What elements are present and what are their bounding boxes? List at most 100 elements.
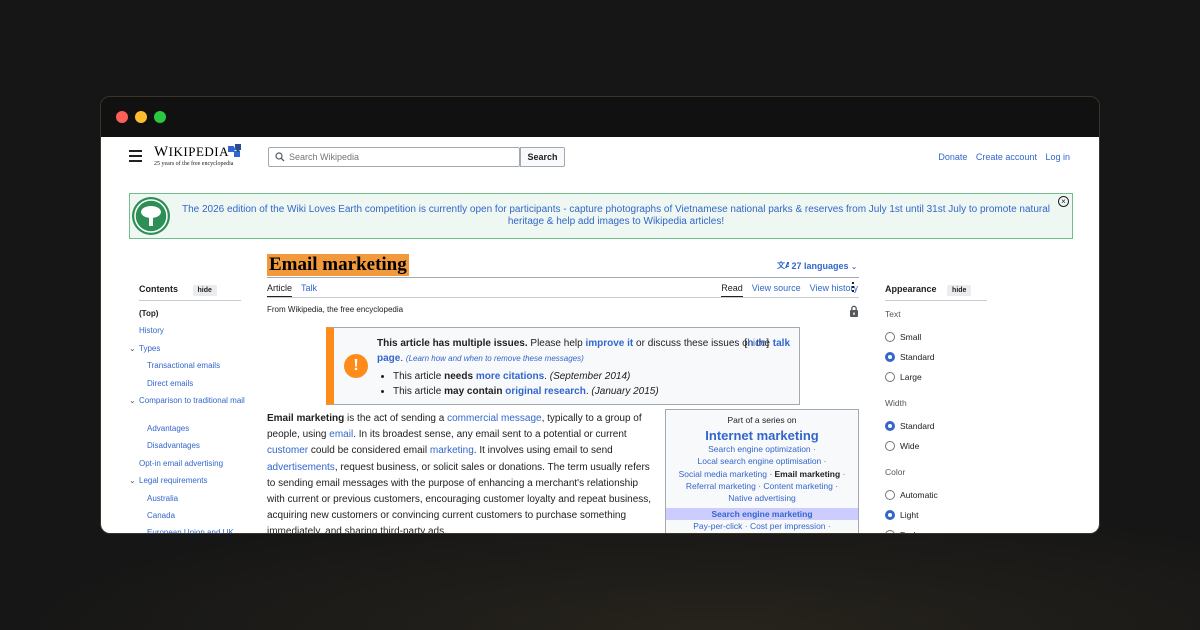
text-radio-standard[interactable] xyxy=(885,352,895,362)
search-button[interactable]: Search xyxy=(520,147,565,167)
banner-close-icon[interactable]: × xyxy=(1058,196,1069,207)
log-in-link[interactable]: Log in xyxy=(1045,152,1070,162)
series-row-6: Pay-per-click · Cost per impression · xyxy=(693,521,831,532)
toc-item-label: (Top) xyxy=(139,309,159,318)
language-selector[interactable]: 文A 27 languages ⌄ xyxy=(777,260,857,271)
toc-item-label: Direct emails xyxy=(147,378,194,388)
series-title[interactable]: Internet marketing xyxy=(666,428,858,443)
toc-item[interactable]: ⌄ Legal requirements xyxy=(129,476,249,493)
wikipedia-wordmark[interactable]: WIKIPEDIA xyxy=(154,144,229,161)
maximize-window-button[interactable] xyxy=(154,111,166,123)
toc-item[interactable]: Disadvantages xyxy=(139,441,249,458)
current-topic: Email marketing xyxy=(774,468,841,479)
color-option-label: Dark xyxy=(900,530,918,533)
content-marketing-link[interactable]: Content marketing xyxy=(763,481,832,491)
view-tabs: Read View source View history xyxy=(712,283,858,298)
chevron-down-icon[interactable]: ⌄ xyxy=(129,344,136,354)
color-radio-automatic[interactable] xyxy=(885,490,895,500)
more-citations-link[interactable]: more citations xyxy=(476,371,544,382)
toc-item[interactable]: Transactional emails xyxy=(139,361,249,378)
toc-item[interactable]: European Union and UK xyxy=(139,528,249,534)
issues-lead: This article has multiple issues. xyxy=(377,338,528,349)
search-icon xyxy=(275,152,285,162)
width-option-label: Wide xyxy=(900,441,920,451)
color-label: Color xyxy=(885,467,906,477)
email-link[interactable]: email xyxy=(329,429,353,440)
color-radio-light[interactable] xyxy=(885,510,895,520)
issue2-pre: This article xyxy=(393,386,445,397)
seo-link[interactable]: Search engine optimization xyxy=(708,444,811,454)
social-media-marketing-link[interactable]: Social media marketing xyxy=(679,469,767,479)
color-option-label: Light xyxy=(900,510,919,520)
search-input[interactable] xyxy=(289,150,509,164)
close-window-button[interactable] xyxy=(116,111,128,123)
text-option-label: Standard xyxy=(900,352,935,362)
title-divider xyxy=(267,277,859,278)
more-actions-icon[interactable] xyxy=(851,282,855,294)
series-part-of: Part of a series on xyxy=(727,415,797,425)
local-seo-link[interactable]: Local search engine optimisation xyxy=(697,456,821,466)
namespace-tabs: Article Talk xyxy=(267,283,317,298)
tree-icon xyxy=(134,199,168,233)
toc-item[interactable]: (Top) xyxy=(139,309,249,326)
toc-item[interactable]: Australia xyxy=(139,494,249,511)
customer-link[interactable]: customer xyxy=(267,445,308,456)
toc-item[interactable]: ⌄ Comparison to traditional mail xyxy=(129,396,249,424)
tab-view-source[interactable]: View source xyxy=(752,283,801,293)
native-advertising-link[interactable]: Native advertising xyxy=(728,493,796,503)
toc-hide-button[interactable]: hide xyxy=(192,285,217,296)
appearance-options: Text Small Standard Large Width Standard Wide C… xyxy=(885,137,995,533)
learn-more-link[interactable]: (Learn how and when to remove these mess… xyxy=(406,354,584,363)
toc-item-label: European Union and UK xyxy=(147,528,234,534)
toc-item[interactable]: ⌄ Types xyxy=(129,343,249,361)
multiple-issues-box: ! This article has multiple issues. Plea… xyxy=(326,327,800,405)
toc-item-label: Advantages xyxy=(147,423,190,433)
wordmark-initial: W xyxy=(154,144,169,160)
toc-item-label: Opt-in email advertising xyxy=(139,458,224,468)
referral-marketing-link[interactable]: Referral marketing xyxy=(686,481,756,491)
original-research-link[interactable]: original research xyxy=(505,386,586,397)
improve-it-link[interactable]: improve it xyxy=(585,338,633,349)
chevron-down-icon[interactable]: ⌄ xyxy=(129,476,136,486)
series-section-header[interactable]: Search engine marketing xyxy=(666,508,858,521)
search-field[interactable] xyxy=(268,147,520,167)
wikipedia-page: WIKIPEDIA 25 years of the free encyclope… xyxy=(101,137,1099,534)
page-title: Email marketing xyxy=(267,254,409,276)
toc-item[interactable]: Direct emails xyxy=(139,379,249,396)
toc-item[interactable]: Advantages xyxy=(139,424,249,441)
toc-item[interactable]: Canada xyxy=(139,511,249,528)
cost-per-impression-link[interactable]: Cost per impression xyxy=(750,521,826,531)
tab-talk[interactable]: Talk xyxy=(301,283,317,293)
advertisements-link[interactable]: advertisements xyxy=(267,462,335,473)
main-menu-icon[interactable] xyxy=(129,150,142,165)
issues-text: This article has multiple issues. Please… xyxy=(377,336,797,399)
tab-article[interactable]: Article xyxy=(267,283,293,298)
minimize-window-button[interactable] xyxy=(135,111,147,123)
commercial-message-link[interactable]: commercial message xyxy=(447,413,541,424)
lead-paragraph: Email marketing is the act of sending a … xyxy=(267,411,657,533)
color-radio-dark[interactable] xyxy=(885,530,895,533)
text-label: Text xyxy=(885,309,901,319)
table-of-contents: (Top) History ⌄ Types Transactional emails Di… xyxy=(129,309,249,534)
article-subject: Email marketing xyxy=(267,413,345,424)
width-radio-standard[interactable] xyxy=(885,421,895,431)
marketing-link[interactable]: marketing xyxy=(430,445,474,456)
series-row-3: Social media marketing · Email marketing… xyxy=(678,468,846,479)
toc-item[interactable]: Opt-in email advertising xyxy=(139,459,249,476)
width-radio-wide[interactable] xyxy=(885,441,895,451)
body-text-1: is the act of sending a xyxy=(344,413,448,424)
issues-hide-link[interactable]: hide xyxy=(747,338,766,349)
width-option-label: Standard xyxy=(900,421,935,431)
toc-item-label: Types xyxy=(139,343,161,353)
toc-item[interactable]: History xyxy=(139,326,249,343)
tab-read[interactable]: Read xyxy=(721,283,743,298)
text-radio-large[interactable] xyxy=(885,372,895,382)
text-radio-small[interactable] xyxy=(885,332,895,342)
lock-icon[interactable] xyxy=(849,305,859,317)
body-text-5: . It involves using email to send xyxy=(473,445,613,457)
chevron-down-icon[interactable]: ⌄ xyxy=(129,396,136,406)
chevron-down-icon: ⌄ xyxy=(851,264,857,271)
pay-per-click-link[interactable]: Pay-per-click xyxy=(693,521,742,531)
issue-original-research: This article may contain original resear… xyxy=(393,384,797,399)
series-row-4: Referral marketing · Content marketing · xyxy=(685,480,839,491)
